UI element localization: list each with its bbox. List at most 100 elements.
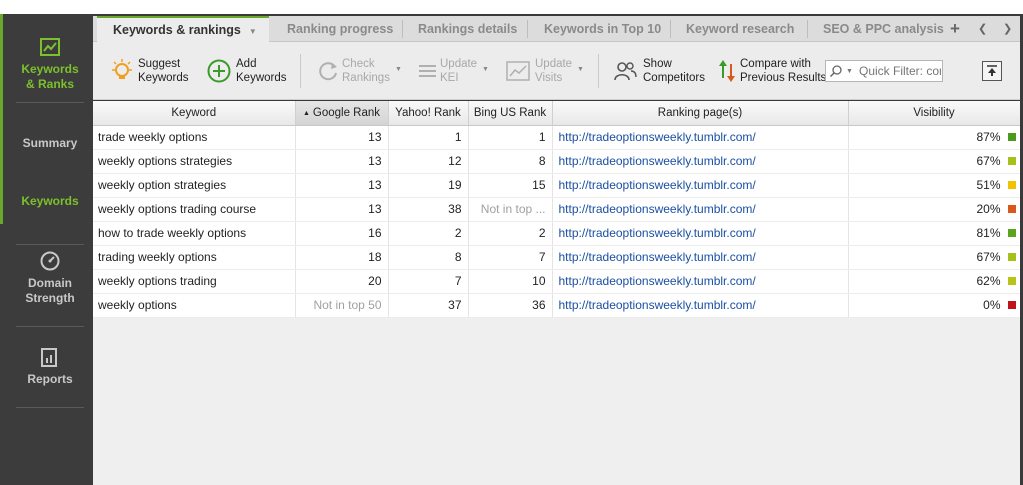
sidebar-item-reports[interactable]: Reports: [16, 346, 84, 387]
ranking-page-link[interactable]: http://tradeoptionsweekly.tumblr.com/: [552, 293, 849, 318]
toolbar-label: Rankings: [342, 72, 390, 84]
export-button[interactable]: [982, 61, 1002, 81]
add-tab-icon[interactable]: +: [950, 16, 960, 42]
yahoo-rank-cell: 37: [388, 293, 469, 318]
ranking-page-link[interactable]: http://tradeoptionsweekly.tumblr.com/: [552, 125, 849, 150]
ranking-page-link[interactable]: http://tradeoptionsweekly.tumblr.com/: [552, 245, 849, 270]
table-row[interactable]: how to trade weekly options 16 2 2 http://tr…: [93, 221, 1021, 246]
tab-keywords-rankings[interactable]: Keywords & rankings ▼: [97, 16, 269, 43]
tab-ranking-progress[interactable]: Ranking progress: [287, 16, 393, 42]
tab-keyword-research[interactable]: Keyword research: [686, 16, 794, 42]
compare-previous-results-button[interactable]: Compare with Previous Results: [715, 56, 826, 88]
bing-rank-cell: 2: [468, 221, 553, 246]
quick-filter[interactable]: ▼: [825, 60, 943, 82]
suggest-keywords-button[interactable]: Suggest Keywords: [109, 56, 193, 88]
toolbar-label: Keywords: [236, 72, 287, 84]
sidebar-label-line1: Keywords: [21, 62, 79, 76]
visibility-indicator-icon: [1007, 133, 1016, 141]
table-row[interactable]: trading weekly options 18 8 7 http://tradeop…: [93, 245, 1021, 270]
sidebar-divider: [16, 407, 84, 408]
visibility-cell: 67%: [848, 245, 1021, 270]
list-icon: [419, 65, 436, 77]
table-row[interactable]: trade weekly options 13 1 1 http://tradeopti…: [93, 125, 1021, 150]
visibility-indicator-icon: [1007, 205, 1016, 213]
sidebar-item-keywords-ranks[interactable]: Keywords & Ranks: [16, 36, 84, 92]
column-header-label: Bing US Rank: [473, 106, 547, 119]
tab-rankings-details[interactable]: Rankings details: [418, 16, 517, 42]
chevron-down-icon[interactable]: ▼: [577, 66, 584, 73]
update-kei-button[interactable]: Update KEI ▼: [415, 56, 491, 88]
quick-filter-input[interactable]: [859, 62, 941, 80]
sort-ascending-icon: ▲: [302, 109, 310, 117]
google-rank-cell: 13: [295, 125, 389, 150]
column-header-label: Ranking page(s): [657, 106, 743, 119]
google-rank-cell: 18: [295, 245, 389, 270]
toolbar-label: Suggest: [138, 58, 181, 70]
column-header-google-rank[interactable]: ▲ Google Rank: [295, 101, 389, 126]
yahoo-rank-cell: 19: [388, 173, 469, 198]
update-visits-button[interactable]: Update Visits ▼: [505, 56, 584, 88]
column-header-label: Google Rank: [312, 106, 381, 119]
column-header-bing-rank[interactable]: Bing US Rank: [468, 101, 553, 126]
tab-seo-ppc-analysis[interactable]: SEO & PPC analysis: [823, 16, 944, 42]
table-row[interactable]: weekly options trading course 13 38 Not in …: [93, 197, 1021, 222]
table-row[interactable]: weekly options Not in top 50 37 36 http://tr…: [93, 293, 1021, 318]
visibility-value: 0%: [983, 298, 1001, 312]
tab-bar: Keywords & rankings ▼ Ranking progress Ra…: [93, 16, 1023, 43]
yahoo-rank-cell: 12: [388, 149, 469, 174]
search-icon[interactable]: [829, 64, 843, 78]
tab-label: Keywords in Top 10: [544, 22, 662, 36]
column-header-keyword[interactable]: Keyword: [93, 101, 296, 126]
add-keywords-button[interactable]: Add Keywords: [206, 56, 290, 88]
toolbar-separator: [598, 54, 599, 88]
tab-label: Keyword research: [686, 22, 795, 36]
rankings-table: Keyword ▲ Google Rank Yahoo! Rank Bing US…: [93, 101, 1021, 318]
ranking-page-link[interactable]: http://tradeoptionsweekly.tumblr.com/: [552, 197, 849, 222]
visibility-cell: 81%: [848, 221, 1021, 246]
sidebar-label-line2: & Ranks: [25, 77, 75, 91]
show-competitors-button[interactable]: Show Competitors: [612, 56, 705, 88]
column-header-label: Visibility: [913, 106, 955, 119]
sidebar-label-line2: Strength: [25, 291, 75, 305]
ranking-page-link[interactable]: http://tradeoptionsweekly.tumblr.com/: [552, 269, 849, 294]
chevron-down-icon[interactable]: ▼: [249, 27, 257, 36]
chevron-down-icon[interactable]: ▼: [482, 66, 489, 73]
table-row[interactable]: weekly options strategies 13 12 8 http://tra…: [93, 149, 1021, 174]
column-header-label: Keyword: [171, 106, 217, 119]
toolbar-label: Visits: [535, 72, 563, 84]
keyword-cell: weekly option strategies: [93, 173, 296, 198]
chevron-down-icon[interactable]: ▼: [846, 68, 853, 75]
column-header-ranking-pages[interactable]: Ranking page(s): [552, 101, 849, 126]
visibility-cell: 20%: [848, 197, 1021, 222]
sidebar-item-label: Keywords: [21, 194, 79, 208]
check-rankings-button[interactable]: Check Rankings ▼: [315, 56, 405, 88]
table-row[interactable]: weekly option strategies 13 19 15 http://tra…: [93, 173, 1021, 198]
tab-label: Keywords & rankings: [113, 23, 241, 37]
visibility-cell: 0%: [848, 293, 1021, 318]
yahoo-rank-cell: 38: [388, 197, 469, 222]
yahoo-rank-cell: 2: [388, 221, 469, 246]
scroll-tabs-right-icon[interactable]: ❯: [1003, 16, 1012, 42]
table-row[interactable]: weekly options trading 20 7 10 http://tradeo…: [93, 269, 1021, 294]
scroll-tabs-left-icon[interactable]: ❮: [978, 16, 987, 42]
column-header-visibility[interactable]: Visibility: [848, 101, 1021, 126]
sidebar-item-summary[interactable]: Summary: [16, 136, 84, 151]
tab-separator: [527, 20, 528, 38]
visibility-value: 62%: [976, 274, 1001, 288]
ranking-page-link[interactable]: http://tradeoptionsweekly.tumblr.com/: [552, 221, 849, 246]
chevron-down-icon[interactable]: ▼: [395, 66, 402, 73]
visibility-value: 67%: [976, 250, 1001, 264]
google-rank-cell: 13: [295, 149, 389, 174]
visibility-value: 81%: [976, 226, 1001, 240]
tab-keywords-top-10[interactable]: Keywords in Top 10: [544, 16, 661, 42]
ranking-page-link[interactable]: http://tradeoptionsweekly.tumblr.com/: [552, 173, 849, 198]
toolbar-label: Check: [342, 58, 375, 70]
column-header-yahoo-rank[interactable]: Yahoo! Rank: [388, 101, 469, 126]
sidebar: Keywords & Ranks Summary Keywords Domain…: [0, 14, 93, 485]
sidebar-item-domain-strength[interactable]: Domain Strength: [16, 250, 84, 306]
visibility-indicator-icon: [1007, 277, 1016, 285]
keyword-cell: trading weekly options: [93, 245, 296, 270]
sidebar-item-keywords[interactable]: Keywords: [16, 194, 84, 209]
ranking-page-link[interactable]: http://tradeoptionsweekly.tumblr.com/: [552, 149, 849, 174]
report-icon: [41, 348, 57, 367]
